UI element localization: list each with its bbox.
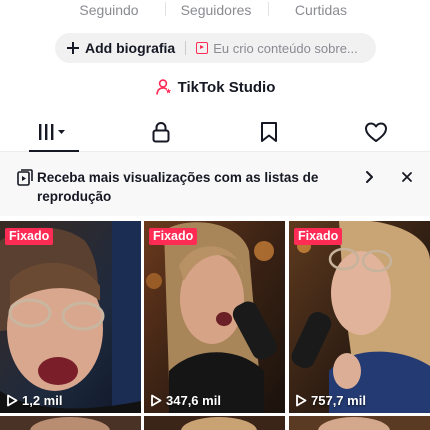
stat-likes-label[interactable]: Curtidas bbox=[280, 0, 362, 20]
play-icon bbox=[7, 394, 18, 407]
profile-stats: Seguindo Seguidores Curtidas bbox=[0, 0, 430, 24]
studio-label: TikTok Studio bbox=[177, 78, 276, 96]
stat-divider bbox=[268, 2, 269, 16]
stat-divider bbox=[165, 2, 166, 16]
stat-following-label[interactable]: Seguindo bbox=[68, 0, 150, 20]
video-thumbnail-image bbox=[0, 416, 141, 430]
pinned-badge: Fixado bbox=[5, 228, 54, 245]
chevron-right-icon[interactable] bbox=[362, 170, 376, 184]
view-count: 1,2 mil bbox=[6, 393, 62, 408]
pinned-badge: Fixado bbox=[149, 228, 198, 245]
video-thumbnail[interactable]: Fixado 347,6 mil bbox=[144, 221, 285, 413]
lock-icon bbox=[152, 121, 170, 142]
content-topic-field[interactable]: Eu crio conteúdo sobre... bbox=[213, 41, 358, 56]
pinned-badge: Fixado bbox=[294, 228, 343, 245]
add-bio-button[interactable]: Add biografia bbox=[85, 40, 175, 56]
video-thumbnail[interactable]: Fixado 1,2 mil bbox=[0, 221, 141, 413]
video-content-icon bbox=[196, 42, 209, 54]
video-thumbnail-image bbox=[289, 221, 430, 413]
heart-icon bbox=[365, 122, 388, 142]
video-grid: Fixado 1,2 mil Fixado 347,6 mil Fixado 7… bbox=[0, 221, 430, 430]
plus-icon bbox=[67, 42, 79, 54]
playlist-icon bbox=[17, 169, 33, 186]
video-thumbnail-image bbox=[144, 221, 285, 413]
tab-favorites[interactable] bbox=[215, 112, 323, 151]
tiktok-studio-link[interactable]: TikTok Studio bbox=[0, 76, 430, 98]
video-thumbnail[interactable]: Fixado 757,7 mil bbox=[289, 221, 430, 413]
videos-grid-icon bbox=[38, 123, 65, 140]
video-thumbnail[interactable] bbox=[0, 416, 141, 430]
video-thumbnail[interactable] bbox=[289, 416, 430, 430]
bookmark-icon bbox=[260, 121, 277, 142]
view-count: 347,6 mil bbox=[150, 393, 221, 408]
view-count-value: 1,2 mil bbox=[22, 393, 63, 408]
tab-liked[interactable] bbox=[323, 112, 430, 151]
video-thumbnail-image bbox=[289, 416, 430, 430]
video-thumbnail[interactable] bbox=[144, 416, 285, 430]
tab-videos[interactable] bbox=[0, 112, 108, 152]
divider bbox=[185, 41, 187, 55]
close-icon[interactable] bbox=[400, 170, 414, 184]
profile-tabs bbox=[0, 112, 430, 152]
playlist-promo-banner[interactable]: Receba mais visualizações com as listas … bbox=[0, 152, 430, 216]
tab-private[interactable] bbox=[108, 112, 216, 151]
creator-user-icon bbox=[155, 79, 171, 95]
play-icon bbox=[296, 394, 307, 407]
view-count-value: 757,7 mil bbox=[311, 393, 366, 408]
view-count-value: 347,6 mil bbox=[166, 393, 221, 408]
bio-action-pill: Add biografia Eu crio conteúdo sobre... bbox=[55, 33, 376, 63]
video-thumbnail-image bbox=[0, 221, 141, 413]
video-thumbnail-image bbox=[144, 416, 285, 430]
stat-followers-label[interactable]: Seguidores bbox=[172, 0, 260, 20]
playlist-promo-text: Receba mais visualizações com as listas … bbox=[37, 170, 319, 204]
play-icon bbox=[151, 394, 162, 407]
view-count: 757,7 mil bbox=[295, 393, 366, 408]
